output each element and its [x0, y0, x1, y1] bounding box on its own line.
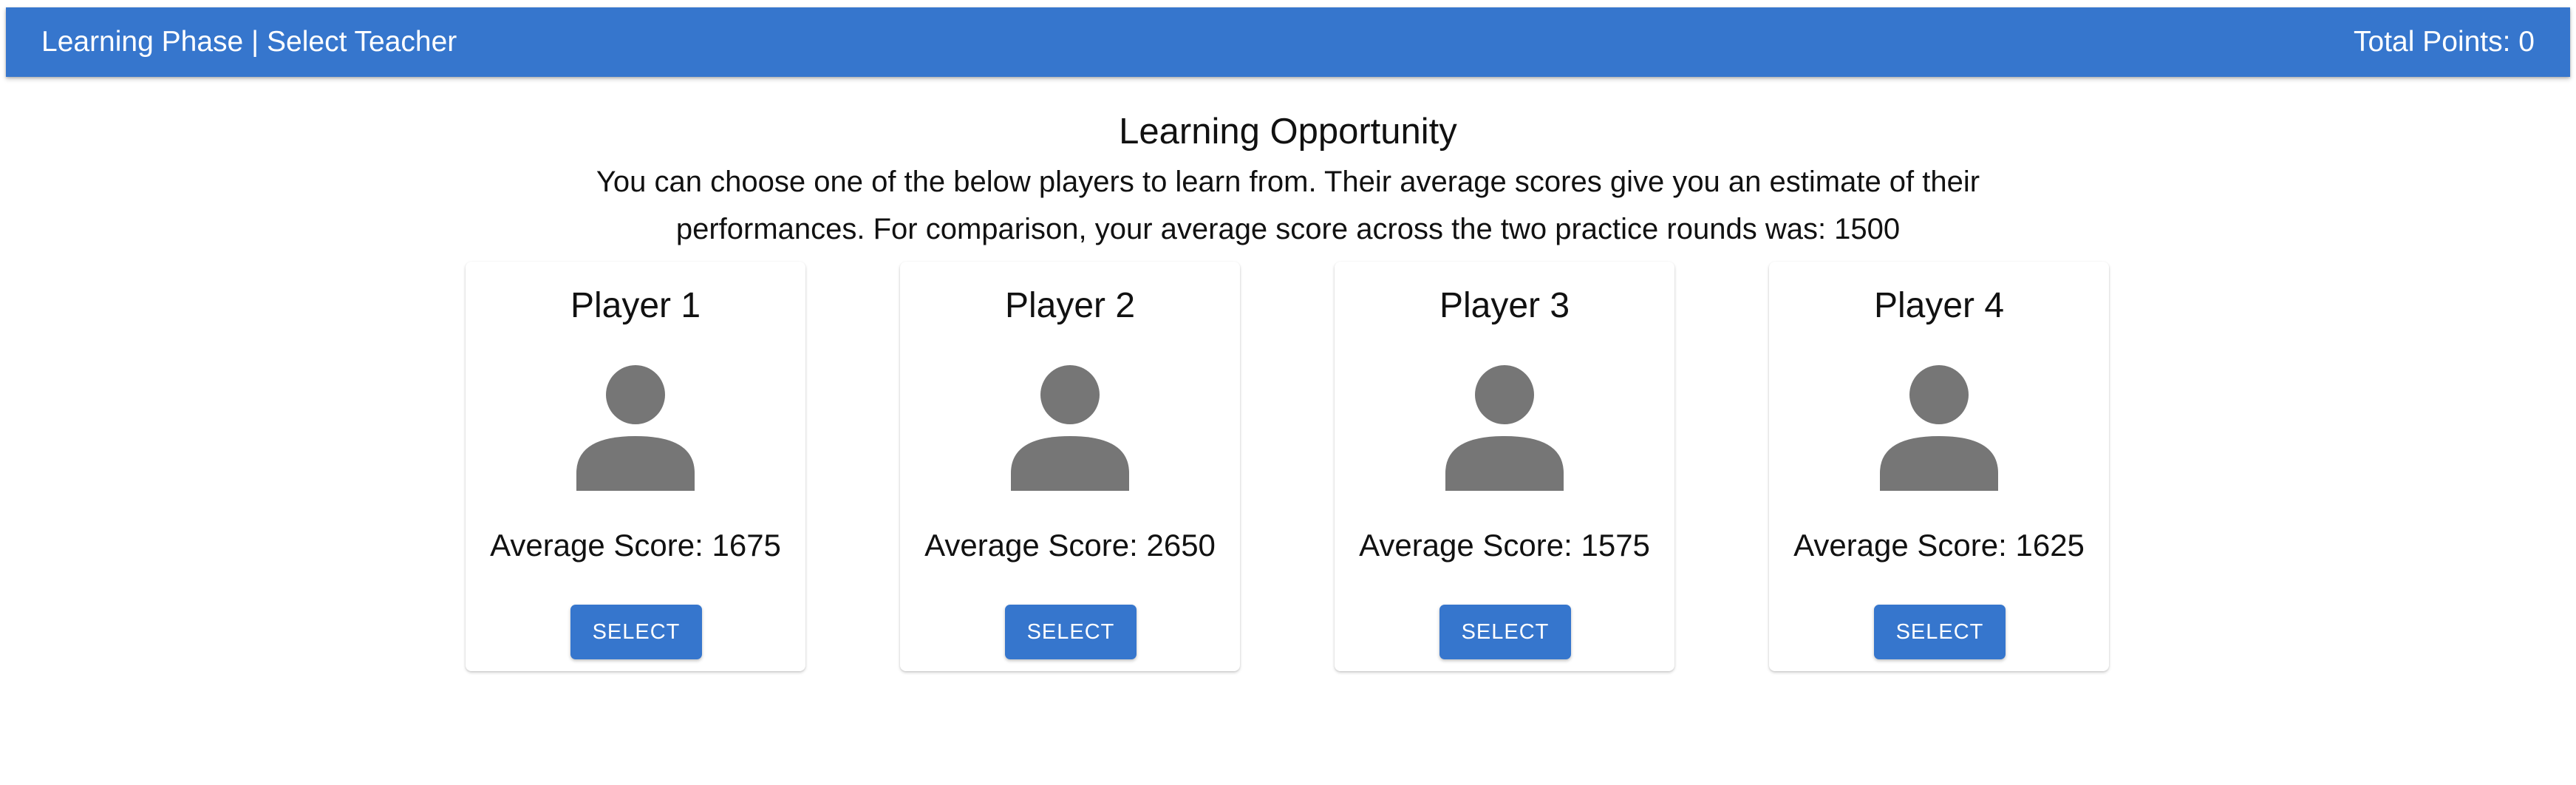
average-score: Average Score: 1575: [1359, 528, 1650, 563]
average-score: Average Score: 1625: [1793, 528, 2085, 563]
app-title: Learning Phase | Select Teacher: [41, 26, 457, 58]
player-card-1: Player 1 Average Score: 1675 SELECT: [466, 262, 805, 671]
average-score: Average Score: 1675: [490, 528, 781, 563]
person-icon: [1011, 365, 1129, 491]
player-name: Player 2: [1004, 286, 1136, 325]
player-name: Player 4: [1873, 286, 2005, 325]
person-icon: [1445, 365, 1564, 491]
main-content: Learning Opportunity You can choose one …: [0, 77, 2576, 253]
total-points: Total Points: 0: [2354, 26, 2535, 58]
person-icon: [1880, 365, 1998, 491]
player-card-3: Player 3 Average Score: 1575 SELECT: [1335, 262, 1674, 671]
app-bar: Learning Phase | Select Teacher Total Po…: [6, 7, 2570, 77]
average-score: Average Score: 2650: [924, 528, 1216, 563]
select-player-2-button[interactable]: SELECT: [1005, 605, 1137, 659]
player-cards: Player 1 Average Score: 1675 SELECT Play…: [466, 262, 2110, 673]
page-title: Learning Opportunity: [1119, 112, 1457, 152]
player-name: Player 1: [570, 286, 701, 325]
player-name: Player 3: [1439, 286, 1570, 325]
player-card-4: Player 4 Average Score: 1625 SELECT: [1769, 262, 2109, 671]
person-icon: [576, 365, 695, 491]
page-description: You can choose one of the below players …: [596, 166, 1980, 245]
select-player-3-button[interactable]: SELECT: [1439, 605, 1571, 659]
select-player-1-button[interactable]: SELECT: [570, 605, 702, 659]
player-card-2: Player 2 Average Score: 2650 SELECT: [900, 262, 1240, 671]
select-player-4-button[interactable]: SELECT: [1874, 605, 2006, 659]
